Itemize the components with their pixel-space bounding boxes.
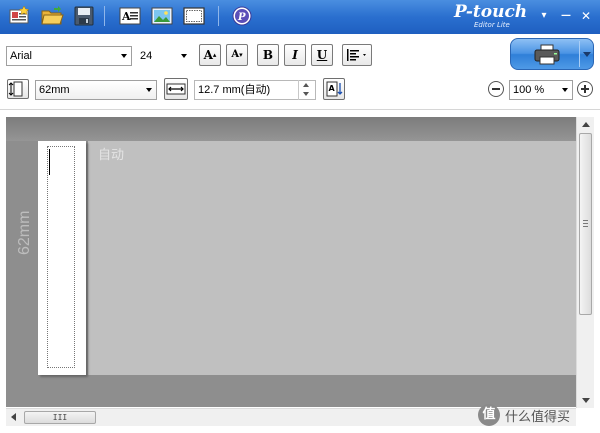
svg-text:A: A [121,10,131,23]
brand-logo: P-touch Editor Lite [448,2,528,32]
zoom-value: 100 % [513,84,545,96]
italic-button[interactable]: I [284,44,306,66]
vertical-scroll-thumb[interactable] [579,133,592,315]
spin-down-icon[interactable] [303,92,309,96]
zoom-out-button[interactable] [488,81,504,97]
minus-icon [492,88,500,90]
underline-button[interactable]: U [311,44,333,66]
insert-image-icon[interactable] [150,5,174,27]
text-direction-label: A [329,84,336,93]
chevron-down-icon [142,81,156,99]
title-bar: A P P-touch Editor Lite ▾ — ✕ [0,0,600,34]
tape-preview [88,141,576,375]
zoom-in-button[interactable] [577,81,593,97]
print-button-divider [579,41,580,67]
minimize-button[interactable]: — [556,6,576,26]
scroll-left-icon[interactable] [11,413,16,421]
shrink-font-button[interactable]: A▾ [226,44,248,66]
grow-font-label: A [203,48,213,62]
font-size-select[interactable]: 24 [136,46,192,66]
spin-up-icon[interactable] [303,83,309,87]
tape-width-icon [7,79,29,99]
font-name-value: Arial [10,50,33,62]
save-icon[interactable] [72,5,96,27]
font-size-value: 24 [140,50,153,62]
brand-name: P-touch [454,2,528,22]
tape-width-select[interactable]: 62mm [35,80,157,100]
toolbar-separator [104,6,105,26]
label-length-value: 12.7 mm(自动) [198,84,271,96]
tape-width-value: 62mm [39,84,70,96]
chevron-down-icon [117,47,131,65]
label-length-icon[interactable] [164,78,188,100]
align-left-icon [347,49,366,61]
printer-icon [534,44,560,65]
tape-width-label: 62mm [16,210,33,255]
svg-text:P: P [237,12,246,23]
bold-button[interactable]: B [257,44,279,66]
text-direction-button[interactable]: A [323,78,345,100]
toolbar-separator [218,6,219,26]
zoom-select[interactable]: 100 % [509,80,573,100]
brand-subname: Editor Lite [474,21,510,29]
close-button[interactable]: ✕ [576,6,596,26]
scroll-up-icon[interactable] [582,122,590,127]
label-length-spinner[interactable] [298,80,314,100]
print-area-guide [47,146,75,368]
ptouch-logo-icon[interactable]: P [230,5,254,27]
text-direction-icon: A [326,81,343,97]
plus-icon-vertical [584,85,586,93]
font-name-select[interactable]: Arial [6,46,132,66]
auto-length-label: 自动 [98,148,125,163]
grow-arrow-icon: ▴ [212,50,217,59]
chevron-down-icon [177,47,191,65]
vertical-scrollbar[interactable] [576,117,594,408]
new-label-icon[interactable] [8,5,32,27]
grip-icon [583,220,588,227]
shrink-arrow-icon: ▾ [239,50,243,59]
print-button[interactable] [510,38,594,70]
watermark-text: 什么值得买 [505,410,571,425]
horizontal-scroll-thumb[interactable]: III [24,411,96,424]
scroll-down-icon[interactable] [582,398,590,403]
chevron-down-icon [558,81,572,99]
grow-font-button[interactable]: A▴ [199,44,221,66]
label-paper[interactable] [38,141,86,375]
window-menu-button[interactable]: ▾ [534,6,554,26]
insert-frame-icon[interactable] [182,5,206,27]
chevron-down-icon[interactable] [583,52,591,58]
text-cursor [49,149,50,175]
label-canvas[interactable]: 自动 62mm [6,117,576,407]
open-folder-icon[interactable] [40,5,64,27]
insert-text-icon[interactable]: A [118,5,142,27]
text-align-button[interactable] [342,44,372,66]
watermark-logo: 值 [478,404,500,426]
canvas-top-margin [6,117,576,141]
shrink-font-label: A [231,49,240,60]
